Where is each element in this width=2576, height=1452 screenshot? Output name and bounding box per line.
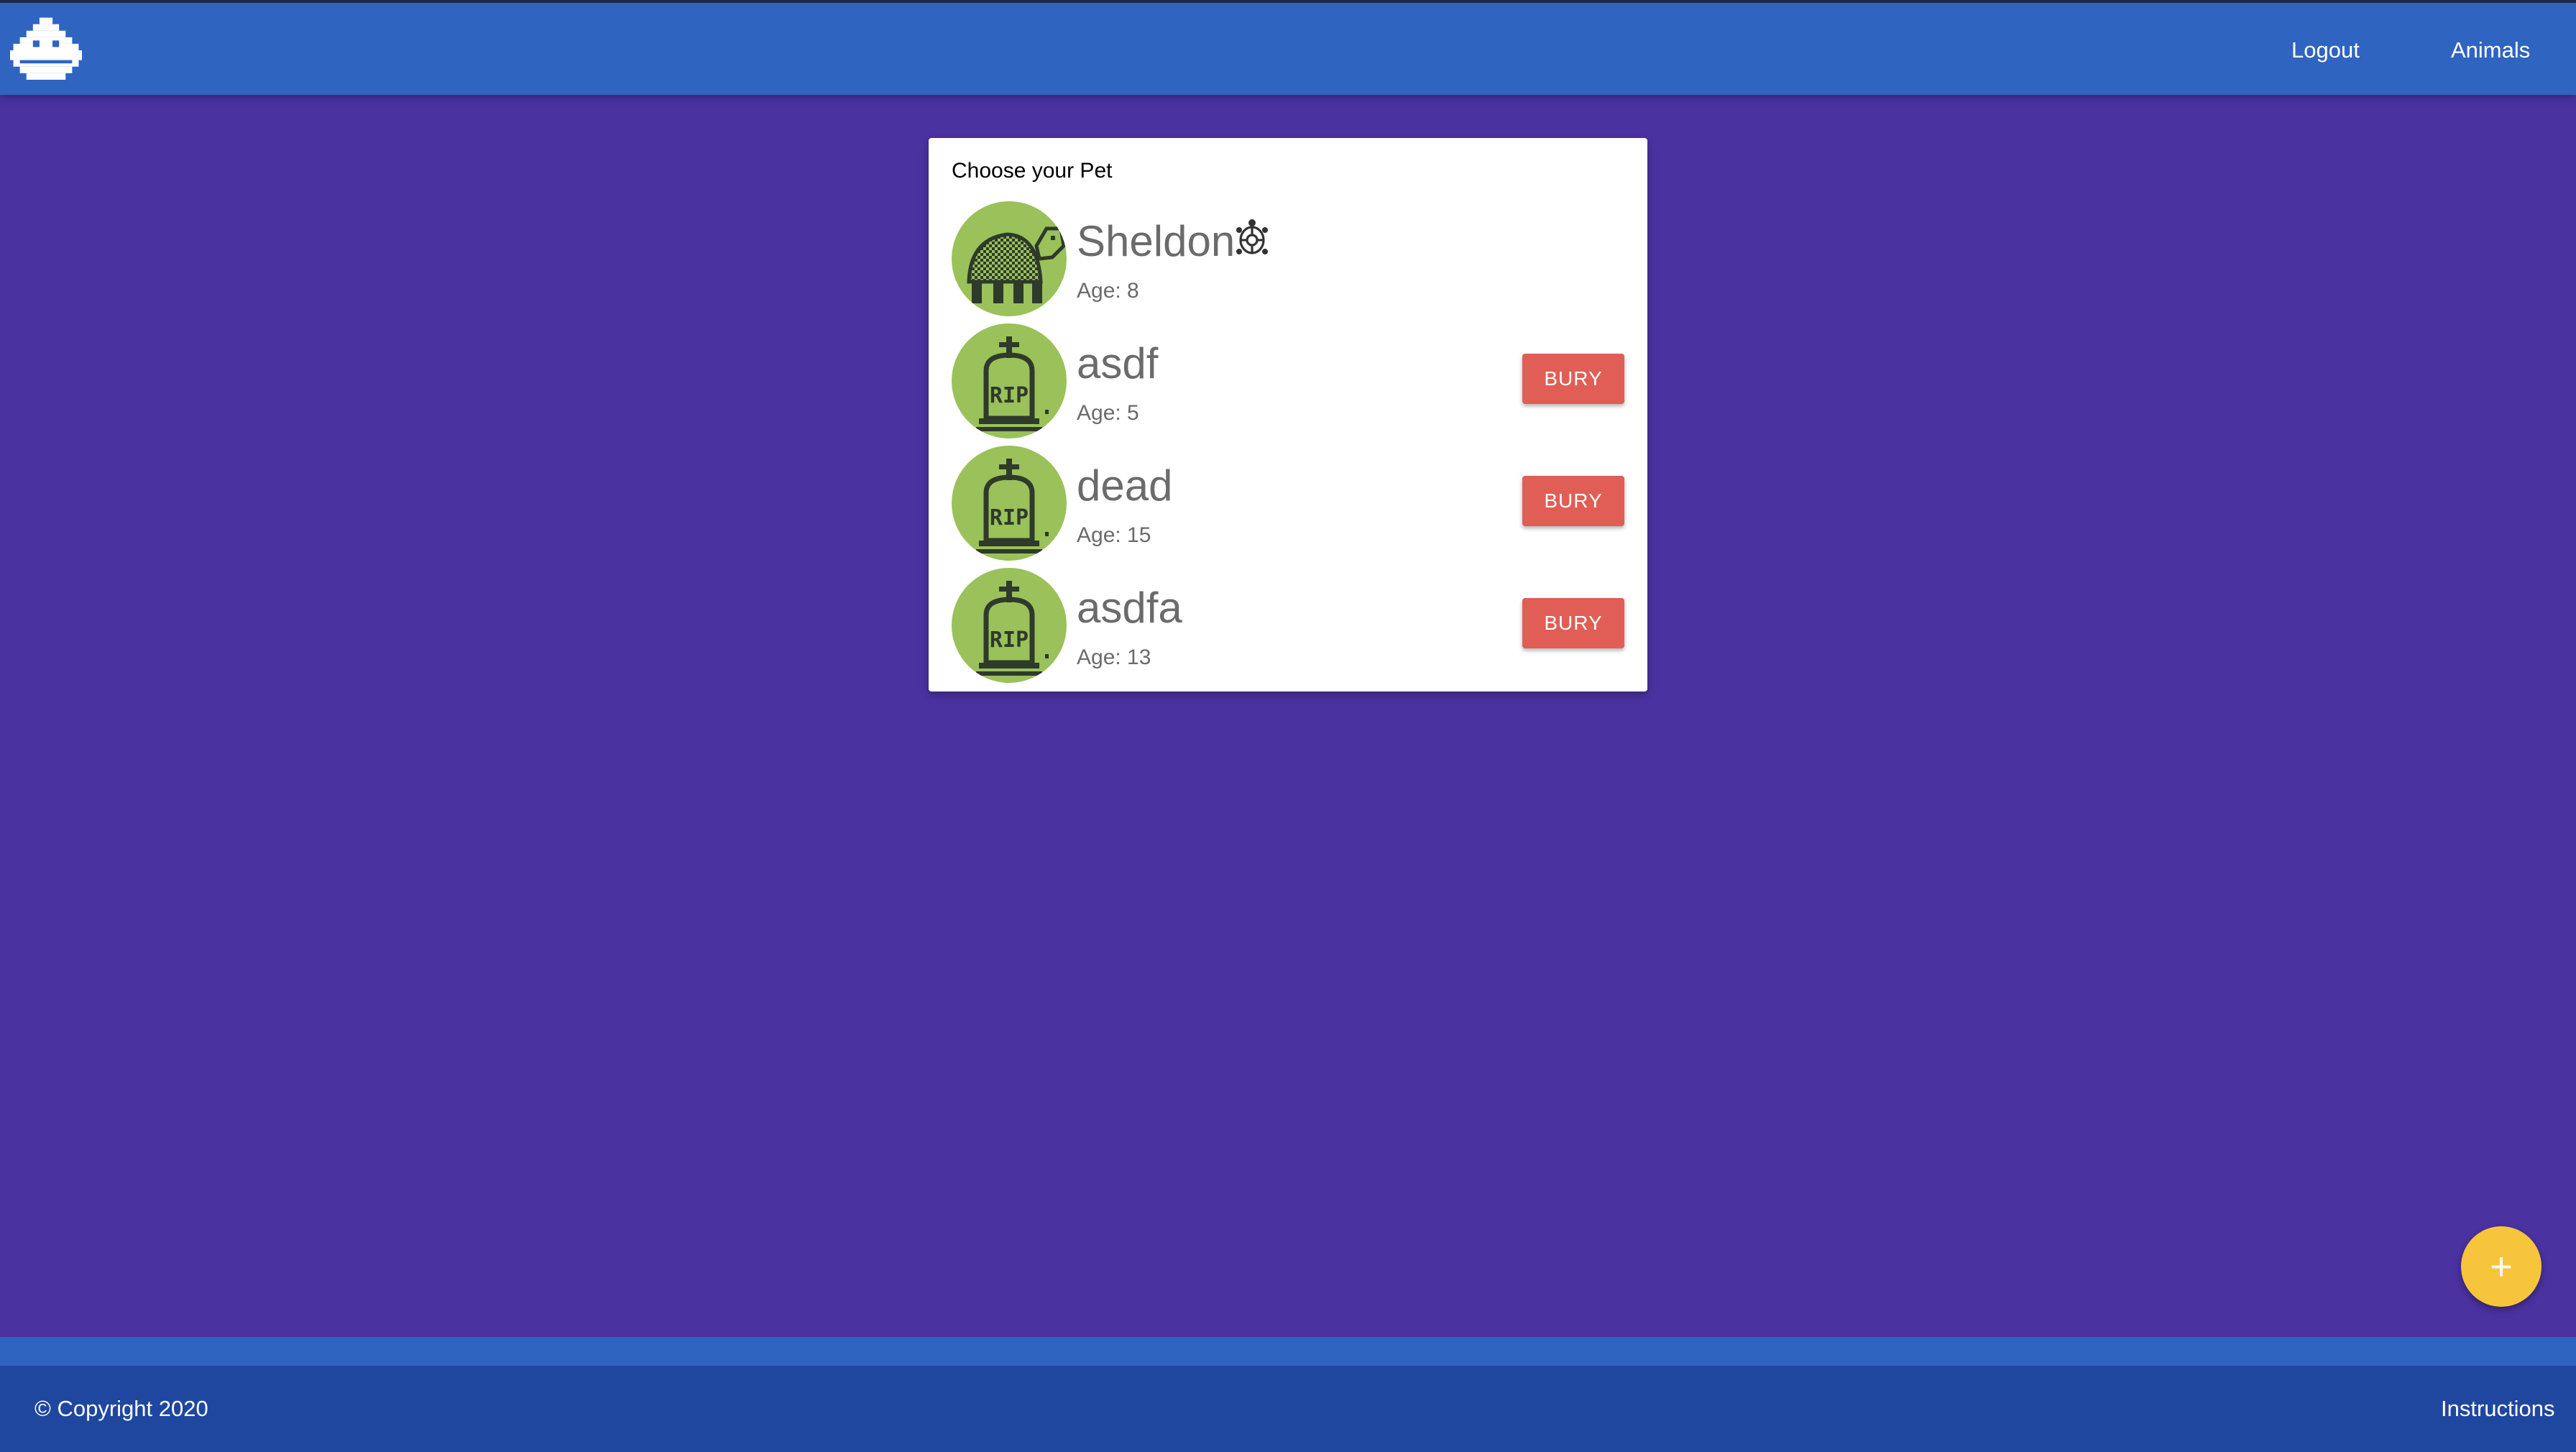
bury-button[interactable]: BURY [1522,354,1624,404]
pet-age: Age: 5 [1077,401,1139,425]
top-app-bar: Logout Animals [0,0,2576,95]
nav-logout-link[interactable]: Logout [2291,37,2360,63]
copyright-text: © Copyright 2020 [34,1396,208,1421]
pet-row-asdf[interactable]: asdf Age: 5 BURY [952,323,1624,438]
pet-age: Age: 13 [1077,645,1151,669]
pet-name: Sheldon [1077,217,1236,265]
bury-button[interactable]: BURY [1522,598,1624,648]
bury-button[interactable]: BURY [1522,476,1624,526]
tombstone-rip-icon [952,568,1067,683]
space-invader-logo-icon[interactable] [10,17,82,83]
turtle-pixel-icon [952,201,1067,316]
pet-age: Age: 8 [1077,279,1139,303]
pet-row-sheldon[interactable]: Sheldon Age: 8 [952,201,1624,316]
tombstone-rip-icon [952,446,1067,561]
turtle-emoji-icon [1236,219,1268,254]
pet-name: asdf [1077,339,1159,387]
tombstone-rip-icon [952,323,1067,438]
pet-name: asdfa [1077,584,1182,632]
plus-icon: + [2490,1245,2513,1288]
nav-animals-link[interactable]: Animals [2451,37,2530,63]
footer-divider-strip [0,1337,2576,1366]
pet-row-asdfa[interactable]: asdfa Age: 13 BURY [952,568,1624,683]
pet-row-dead[interactable]: dead Age: 15 BURY [952,446,1624,561]
pet-age: Age: 15 [1077,523,1151,547]
card-title: Choose your Pet [952,159,1113,183]
pet-chooser-card: Choose your Pet Sheldon Age: 8 asdf Age:… [929,138,1647,691]
pet-name: dead [1077,461,1173,510]
instructions-link[interactable]: Instructions [2441,1396,2555,1422]
footer: © Copyright 2020 Instructions [0,1366,2576,1452]
add-pet-fab-button[interactable]: + [2461,1226,2542,1307]
